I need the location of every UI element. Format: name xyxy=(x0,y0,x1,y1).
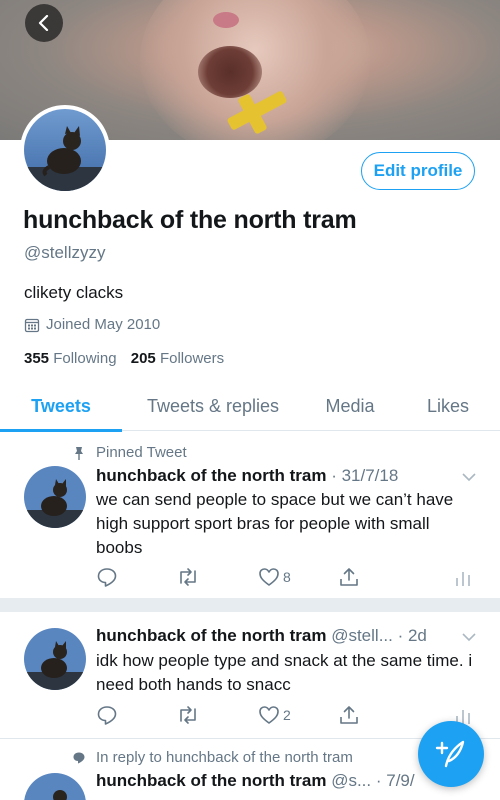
tweet-avatar[interactable] xyxy=(24,773,86,800)
tweet-author-name[interactable]: hunchback of the north tram xyxy=(96,771,326,790)
heart-icon xyxy=(259,568,279,586)
profile-handle: @stellzyzy xyxy=(24,243,106,262)
tweet-item[interactable]: Pinned Tweet hunchback of the north tram… xyxy=(0,432,500,598)
following-count: 355 xyxy=(24,350,50,367)
retweet-icon xyxy=(180,568,196,586)
tweet-text: we can send people to space but we can’t… xyxy=(96,490,454,557)
followers-count: 205 xyxy=(130,350,156,367)
tweet-text: idk how people type and snack at the sam… xyxy=(96,651,473,694)
back-button[interactable] xyxy=(25,4,63,42)
analytics-icon xyxy=(456,572,470,586)
tweet-handle-timestamp: @s... · 7/9/ xyxy=(331,771,415,790)
share-button[interactable] xyxy=(338,566,360,588)
tab-likes[interactable]: Likes xyxy=(396,381,500,431)
pinned-label: Pinned Tweet xyxy=(96,444,187,461)
joined-date: Joined May 2010 xyxy=(24,316,160,333)
profile-tabs: Tweets Tweets & replies Media Likes xyxy=(0,381,500,432)
profile-bio: clikety clacks xyxy=(24,283,124,302)
compose-icon xyxy=(435,740,465,768)
like-count: 2 xyxy=(283,707,291,723)
tweet-header: hunchback of the north tram · 31/7/18 xyxy=(96,466,398,486)
retweet-button[interactable] xyxy=(176,704,200,726)
chevron-down-icon[interactable] xyxy=(462,472,476,482)
tweet-avatar[interactable] xyxy=(24,466,86,528)
tweet-actions: 8 xyxy=(96,566,476,590)
reply-button[interactable] xyxy=(96,704,118,726)
share-button[interactable] xyxy=(338,704,360,726)
heart-icon xyxy=(259,706,279,724)
share-icon xyxy=(340,568,358,586)
tweet-author-name[interactable]: hunchback of the north tram xyxy=(96,466,326,485)
tweet-actions: 2 xyxy=(96,704,476,728)
profile-display-name: hunchback of the north tram xyxy=(23,206,357,234)
reply-context: In reply to hunchback of the north tram xyxy=(72,749,353,766)
calendar-icon xyxy=(24,318,40,332)
back-arrow-icon xyxy=(38,15,49,31)
reply-context-label[interactable]: In reply to hunchback of the north tram xyxy=(96,749,353,766)
tab-media[interactable]: Media xyxy=(304,381,396,431)
tab-tweets[interactable]: Tweets xyxy=(0,381,122,432)
pinned-indicator: Pinned Tweet xyxy=(72,444,187,461)
share-icon xyxy=(340,706,358,724)
profile-avatar[interactable] xyxy=(20,105,110,195)
tab-tweets-replies[interactable]: Tweets & replies xyxy=(122,381,304,431)
pin-icon xyxy=(75,446,83,460)
retweet-button[interactable] xyxy=(176,566,200,588)
followers-label: Followers xyxy=(159,350,225,367)
analytics-button[interactable] xyxy=(454,566,472,588)
following-label: Following xyxy=(53,350,117,367)
like-count: 8 xyxy=(283,569,291,585)
joined-label: Joined May 2010 xyxy=(46,316,161,333)
section-divider xyxy=(0,598,500,612)
tweet-timestamp: · 31/7/18 xyxy=(331,466,399,485)
retweet-icon xyxy=(180,706,196,724)
edit-profile-button[interactable]: Edit profile xyxy=(361,152,475,190)
compose-tweet-button[interactable] xyxy=(418,721,484,787)
tweet-handle-timestamp: @stell... · 2d xyxy=(331,626,427,645)
tweet-avatar[interactable] xyxy=(24,628,86,690)
reply-button[interactable] xyxy=(96,566,118,588)
reply-icon xyxy=(97,568,117,587)
reply-icon xyxy=(97,706,117,725)
tweet-header: hunchback of the north tram @s... · 7/9/ xyxy=(96,771,415,791)
followers-link[interactable]: 205 Followers xyxy=(131,350,224,367)
chevron-down-icon[interactable] xyxy=(462,632,476,642)
tweet-author-name[interactable]: hunchback of the north tram xyxy=(96,626,326,645)
like-button[interactable]: 2 xyxy=(258,704,291,726)
speech-bubble-icon xyxy=(73,752,85,763)
like-button[interactable]: 8 xyxy=(258,566,291,588)
following-link[interactable]: 355 Following xyxy=(24,350,117,367)
follow-stats: 355 Following 205 Followers xyxy=(24,350,224,367)
tweet-item[interactable]: hunchback of the north tram @stell... · … xyxy=(0,612,500,738)
tweet-header: hunchback of the north tram @stell... · … xyxy=(96,626,427,646)
